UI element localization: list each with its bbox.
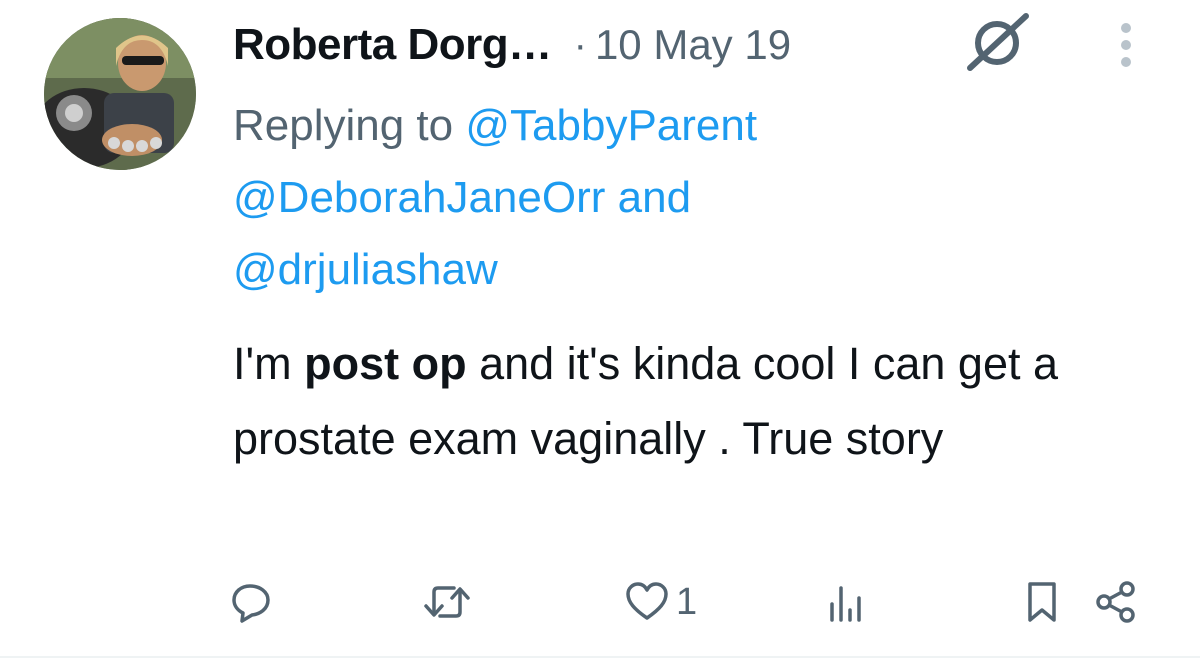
tweet-header: Roberta Dorg… · 10 May 19: [233, 14, 791, 76]
more-vertical-icon[interactable]: [1108, 20, 1144, 70]
bar-chart-icon: [830, 586, 861, 622]
tweet-text-bold: post op: [304, 338, 467, 389]
bookmark-button[interactable]: [1024, 572, 1060, 632]
retweet-button[interactable]: [422, 572, 472, 632]
header-separator: ·: [573, 22, 587, 67]
views-button[interactable]: [826, 572, 866, 632]
tweet-timestamp[interactable]: 10 May 19: [595, 21, 791, 69]
avatar[interactable]: [44, 18, 196, 170]
divider: [0, 656, 1200, 658]
mention-link[interactable]: @drjuliashaw: [233, 245, 498, 294]
tweet-text-part: I'm: [233, 338, 305, 389]
action-bar: 1: [0, 572, 1200, 632]
mention-link[interactable]: @TabbyParent: [465, 101, 757, 150]
retweet-icon: [424, 586, 470, 618]
mention-link[interactable]: @DeborahJaneOrr: [233, 173, 605, 222]
profile-photo: [44, 18, 196, 170]
like-count: 1: [676, 580, 698, 623]
reply-button[interactable]: [230, 572, 274, 632]
share-icon: [1096, 581, 1135, 623]
speech-bubble-icon: [232, 584, 270, 623]
bookmark-icon: [1028, 582, 1056, 622]
mention-conjunction: and: [617, 173, 692, 222]
slashed-circle-icon[interactable]: [962, 12, 1032, 72]
share-button[interactable]: [1094, 572, 1138, 632]
tweet-text: I'm post op and it's kinda cool I can ge…: [233, 326, 1163, 476]
author-name[interactable]: Roberta Dorg…: [233, 20, 552, 70]
like-button[interactable]: 1: [624, 572, 697, 632]
replying-to: Replying to @TabbyParent @DeborahJaneOrr…: [233, 90, 1133, 306]
heart-icon: [626, 582, 668, 620]
replying-to-label: Replying to: [233, 101, 454, 150]
